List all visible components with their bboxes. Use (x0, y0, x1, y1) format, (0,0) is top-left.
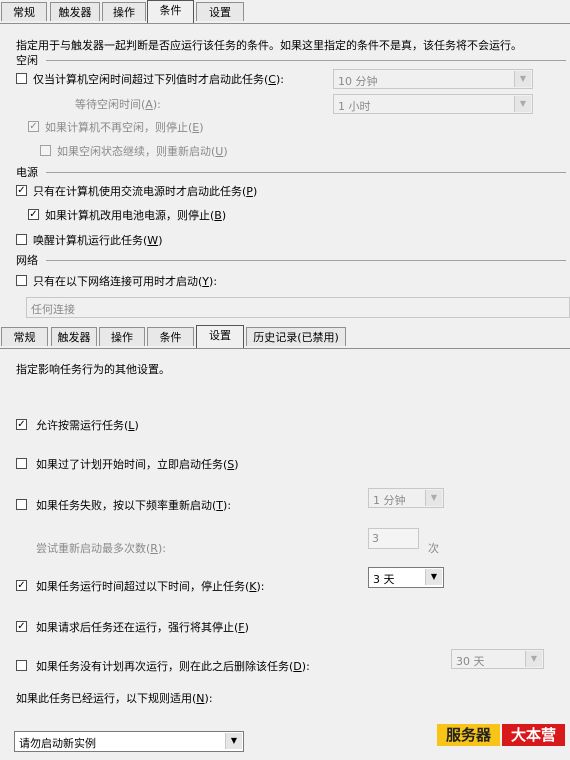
force-stop-checkbox[interactable]: ✓ (16, 621, 27, 632)
wake-checkbox[interactable] (16, 234, 27, 245)
bottom-tab-actions[interactable]: 操作 (99, 327, 145, 346)
bottom-tab-triggers[interactable]: 触发器 (51, 327, 97, 346)
chevron-down-icon: ▼ (425, 490, 442, 506)
bottom-tab-history[interactable]: 历史记录(已禁用) (246, 327, 346, 346)
idle-section-title: 空闲 (16, 54, 38, 67)
idle-start-label: 仅当计算机空闲时间超过下列值时才启动此任务(C): (33, 73, 284, 86)
restart-interval-select[interactable]: 1 分钟 ▼ (368, 488, 444, 508)
restart-attempts-unit: 次 (428, 542, 439, 555)
missed-start-checkbox[interactable] (16, 458, 27, 469)
delete-task-checkbox[interactable] (16, 660, 27, 671)
bottom-tab-general[interactable]: 常规 (1, 327, 48, 346)
chevron-down-icon: ▼ (225, 733, 242, 749)
wake-label: 唤醒计算机运行此任务(W) (33, 234, 163, 247)
top-tab-general[interactable]: 常规 (1, 2, 47, 21)
idle-restart-label: 如果空闲状态继续，则重新启动(U) (57, 145, 228, 158)
on-demand-label: 允许按需运行任务(L) (36, 419, 139, 432)
bottom-tab-divider (0, 348, 570, 349)
rule-label: 如果此任务已经运行，以下规则适用(N): (16, 692, 213, 705)
chevron-down-icon: ▼ (425, 569, 442, 585)
restart-on-fail-checkbox[interactable] (16, 499, 27, 510)
watermark-logo-right: 大本营 (502, 724, 565, 746)
idle-start-checkbox[interactable] (16, 73, 27, 84)
battery-stop-checkbox[interactable]: ✓ (28, 209, 39, 220)
battery-stop-label: 如果计算机改用电池电源，则停止(B) (45, 209, 227, 222)
top-tab-conditions[interactable]: 条件 (147, 0, 194, 23)
top-tab-actions[interactable]: 操作 (102, 2, 146, 21)
power-section-divider (46, 172, 566, 173)
restart-attempts-label: 尝试重新启动最多次数(R): (36, 542, 166, 555)
missed-start-label: 如果过了计划开始时间，立即启动任务(S) (36, 458, 239, 471)
top-description: 指定用于与触发器一起判断是否应运行该任务的条件。如果这里指定的条件不是真，该任务… (16, 39, 522, 52)
chevron-down-icon: ▼ (514, 71, 531, 87)
idle-duration-select[interactable]: 10 分钟 ▼ (333, 69, 533, 89)
bottom-tab-conditions[interactable]: 条件 (147, 327, 194, 346)
running-rule-select[interactable]: 请勿启动新实例 ▼ (14, 731, 244, 752)
idle-section-divider (46, 60, 566, 61)
network-section-divider (46, 260, 566, 261)
idle-wait-select[interactable]: 1 小时 ▼ (333, 94, 533, 114)
bottom-tab-settings[interactable]: 设置 (196, 325, 244, 348)
restart-on-fail-label: 如果任务失败，按以下频率重新启动(T): (36, 499, 232, 512)
chevron-down-icon: ▼ (514, 96, 531, 112)
ac-power-label: 只有在计算机使用交流电源时才启动此任务(P) (33, 185, 258, 198)
network-connection-select[interactable]: 任何连接 (26, 297, 570, 318)
delete-after-select[interactable]: 30 天 ▼ (451, 649, 544, 669)
stop-long-running-checkbox[interactable]: ✓ (16, 580, 27, 591)
idle-stop-label: 如果计算机不再空闲，则停止(E) (45, 121, 204, 134)
ac-power-checkbox[interactable]: ✓ (16, 185, 27, 196)
idle-stop-checkbox[interactable]: ✓ (28, 121, 39, 132)
watermark-logo-left: 服务器 (437, 724, 500, 746)
network-label: 只有在以下网络连接可用时才启动(Y): (33, 275, 218, 288)
restart-attempts-input[interactable]: 3 (368, 528, 419, 549)
delete-task-label: 如果任务没有计划再次运行，则在此之后删除该任务(D): (36, 660, 310, 673)
chevron-down-icon: ▼ (525, 651, 542, 667)
stop-long-running-label: 如果任务运行时间超过以下时间，停止任务(K): (36, 580, 265, 593)
power-section-title: 电源 (16, 166, 38, 179)
on-demand-checkbox[interactable]: ✓ (16, 419, 27, 430)
network-checkbox[interactable] (16, 275, 27, 286)
top-tab-settings[interactable]: 设置 (196, 2, 244, 21)
idle-restart-checkbox[interactable] (40, 145, 51, 156)
network-section-title: 网络 (16, 254, 38, 267)
top-tab-triggers[interactable]: 触发器 (50, 2, 100, 21)
stop-long-running-select[interactable]: 3 天 ▼ (368, 567, 444, 588)
force-stop-label: 如果请求后任务还在运行，强行将其停止(F) (36, 621, 249, 634)
top-tab-divider (0, 23, 570, 24)
idle-wait-label: 等待空闲时间(A): (75, 98, 161, 111)
bottom-description: 指定影响任务行为的其他设置。 (16, 363, 170, 376)
